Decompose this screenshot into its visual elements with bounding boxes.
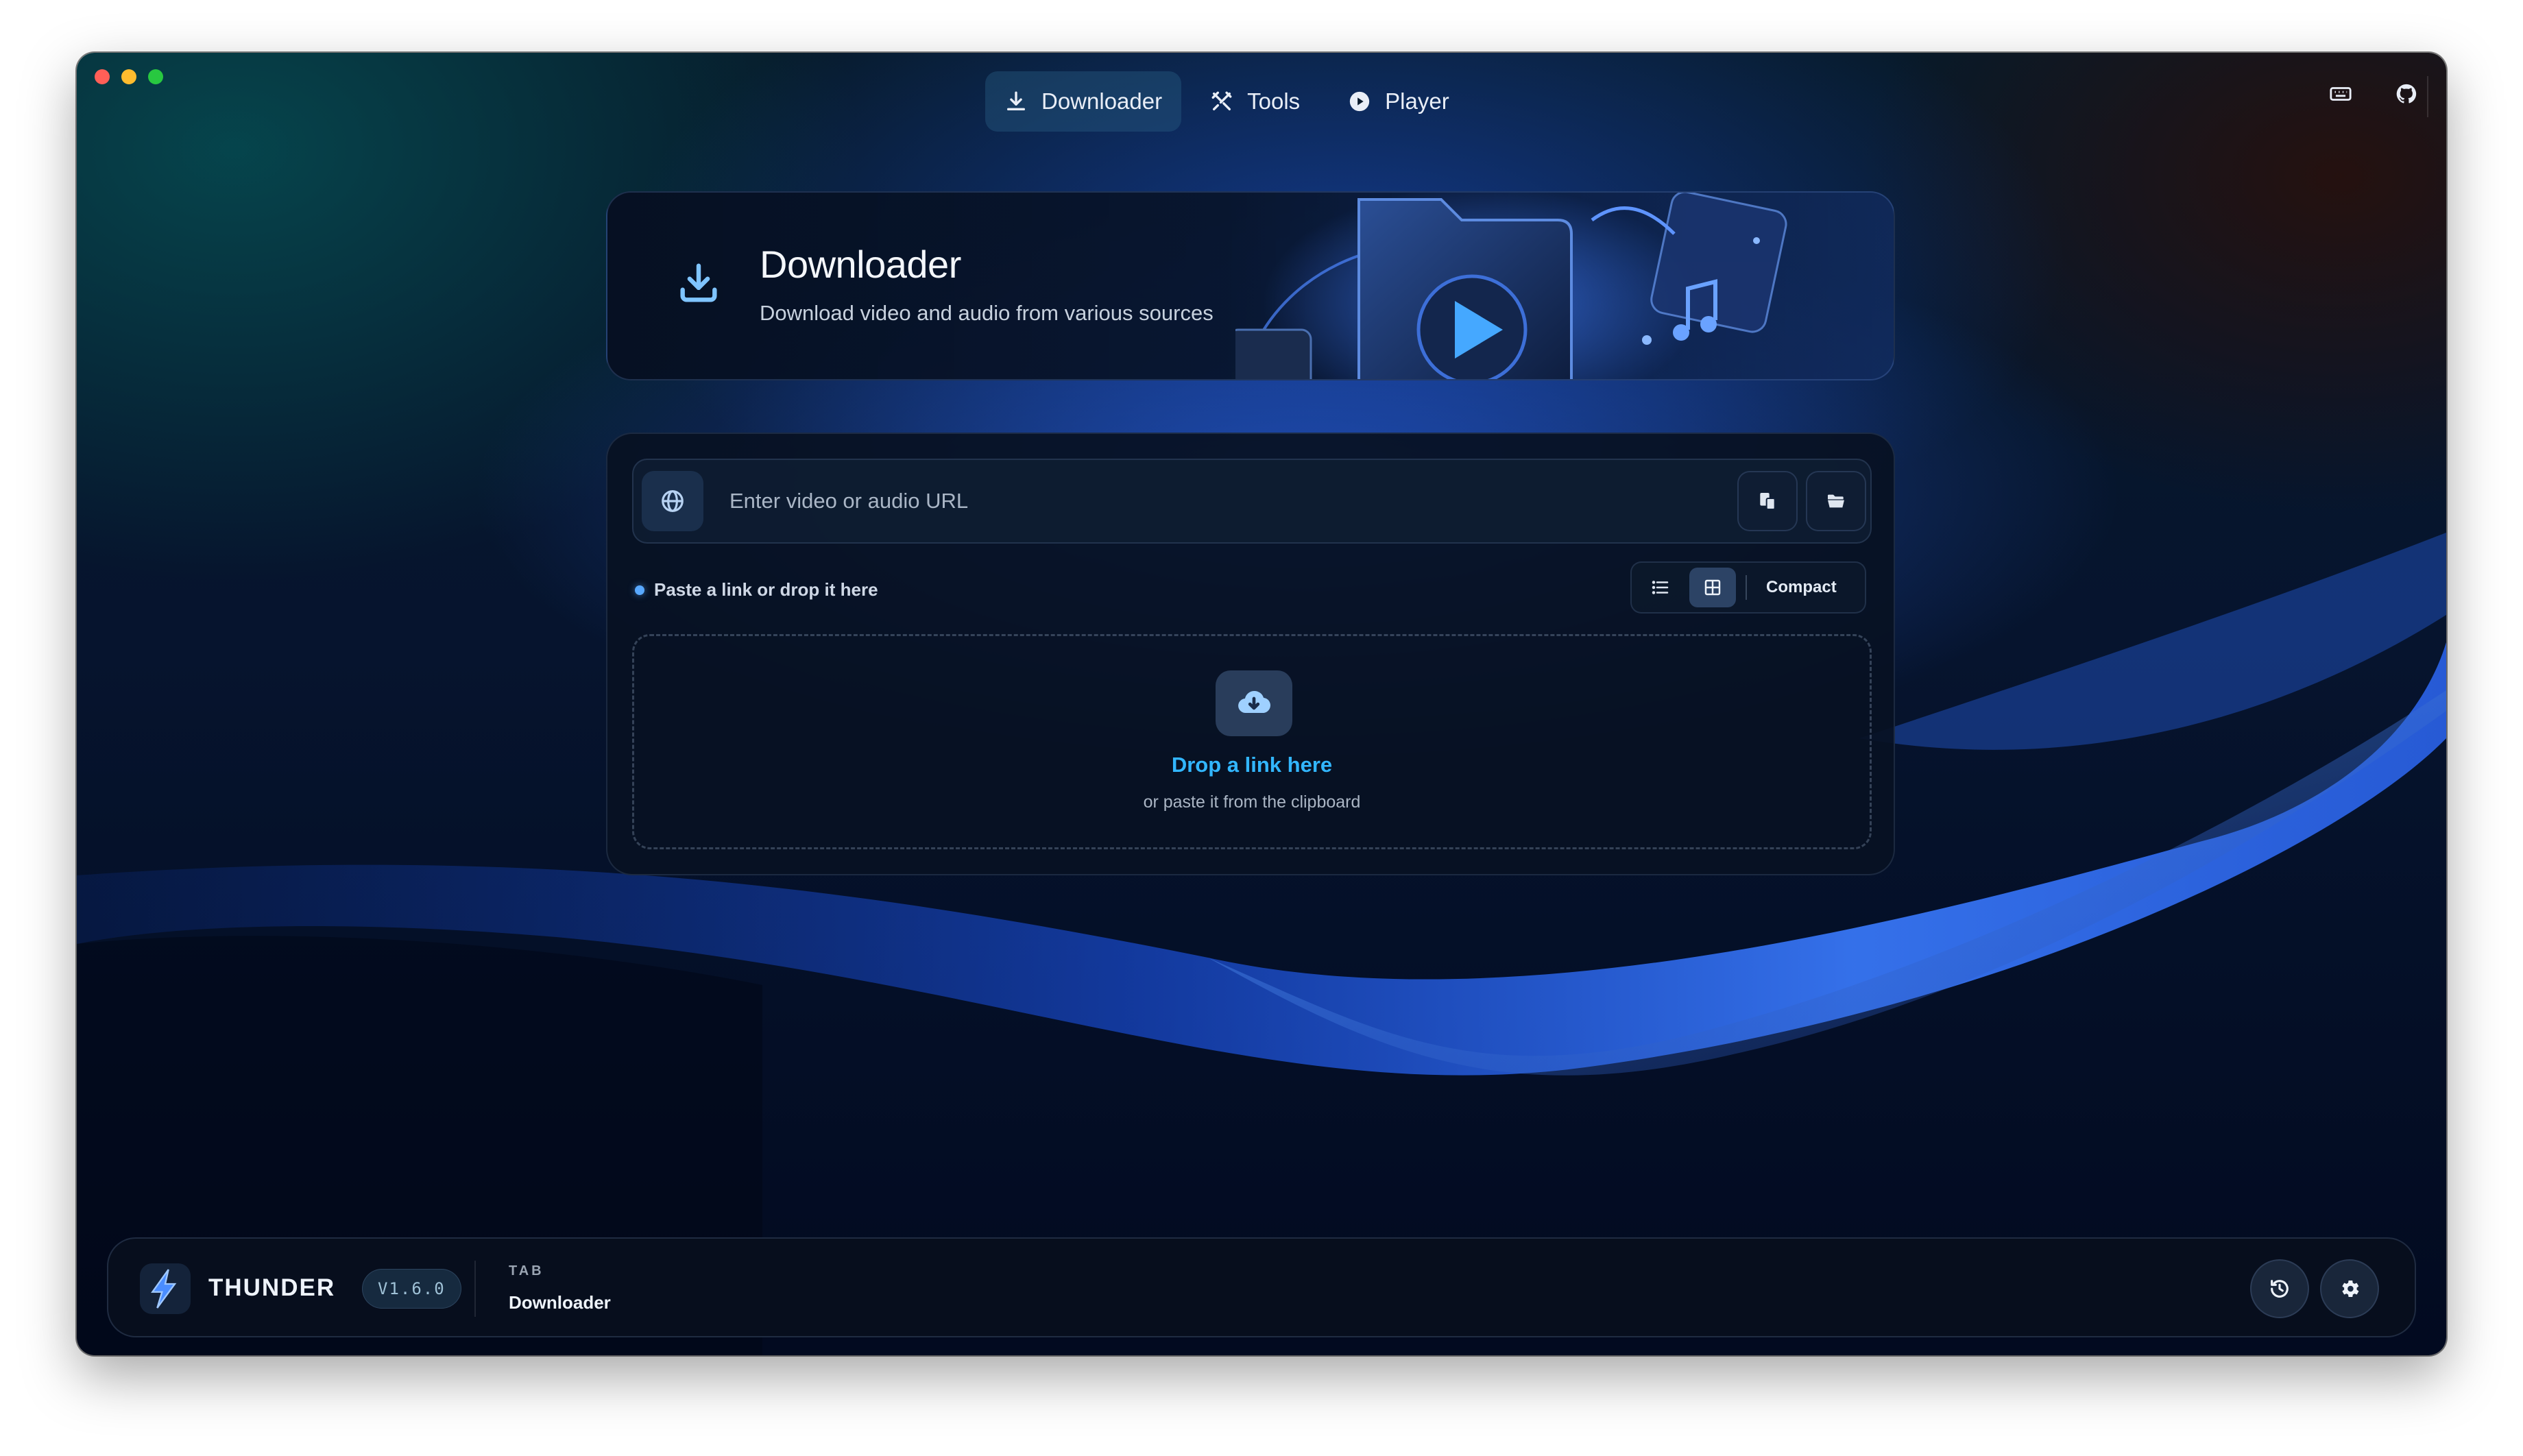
url-source-indicator [642, 471, 703, 531]
close-window-button[interactable] [95, 69, 110, 84]
history-button[interactable] [2250, 1259, 2309, 1318]
hero-banner: Downloader Download video and audio from… [606, 191, 1895, 380]
app-logo [140, 1263, 191, 1314]
view-toggle: Compact [1630, 561, 1866, 614]
keyboard-shortcuts-button[interactable] [2328, 82, 2353, 106]
compact-toggle[interactable]: Compact [1757, 578, 1837, 597]
page-subtitle: Download video and audio from various so… [760, 301, 1214, 325]
top-navigation: Downloader Tools Player [985, 71, 1469, 132]
page-title: Downloader [760, 243, 961, 286]
lightning-bolt-icon [151, 1269, 177, 1309]
open-file-button[interactable] [1806, 471, 1866, 531]
status-dot [635, 585, 644, 595]
tab-downloader[interactable]: Downloader [985, 71, 1182, 132]
url-bar [632, 459, 1872, 544]
play-circle-icon [1349, 91, 1370, 112]
tab-player[interactable]: Player [1329, 71, 1469, 132]
download-icon [680, 263, 717, 302]
window-controls [95, 69, 163, 84]
input-hint: Paste a link or drop it here [635, 579, 878, 600]
list-view-button[interactable] [1637, 568, 1684, 607]
grid-icon [1704, 579, 1721, 596]
globe-icon [662, 490, 684, 512]
tab-label: Tools [1247, 88, 1301, 114]
github-icon [2396, 84, 2417, 104]
url-input[interactable] [729, 479, 1689, 523]
tab-label: Downloader [1041, 88, 1163, 114]
settings-button[interactable] [2320, 1259, 2379, 1318]
drop-zone[interactable]: Drop a link here or paste it from the cl… [632, 634, 1872, 849]
drop-icon-badge [1216, 670, 1292, 736]
version-badge: V1.6.0 [362, 1269, 461, 1309]
drop-title: Drop a link here [1171, 753, 1333, 777]
current-tab-name: Downloader [509, 1292, 611, 1313]
keyboard-icon [2330, 87, 2352, 101]
current-tab-caption: TAB [509, 1263, 544, 1278]
media-illustration [1235, 193, 1787, 379]
drop-subtitle: or paste it from the clipboard [1143, 792, 1361, 812]
tab-label: Player [1385, 88, 1449, 114]
app-window: Downloader Tools Player Downloader Downl… [77, 53, 2446, 1355]
maximize-window-button[interactable] [148, 69, 163, 84]
grid-view-button[interactable] [1689, 568, 1736, 607]
hint-text: Paste a link or drop it here [654, 579, 878, 600]
minimize-window-button[interactable] [121, 69, 136, 84]
cloud-download-icon [1238, 690, 1270, 714]
github-button[interactable] [2394, 82, 2419, 106]
divider [2427, 76, 2428, 117]
folder-open-icon [1828, 494, 1844, 508]
status-bar: THUNDER V1.6.0 TAB Downloader [107, 1237, 2416, 1337]
app-name: THUNDER [208, 1274, 336, 1301]
clipboard-paste-icon [1760, 493, 1776, 510]
downloader-panel: Paste a link or drop it here Compact Dro… [606, 433, 1895, 875]
paste-button[interactable] [1737, 471, 1798, 531]
top-right-actions [2328, 76, 2428, 117]
list-icon [1652, 581, 1669, 594]
tab-tools[interactable]: Tools [1191, 71, 1319, 132]
download-icon [1006, 91, 1026, 111]
divider [1746, 575, 1747, 600]
divider [474, 1261, 476, 1317]
settings-gear-icon [2342, 1280, 2359, 1298]
history-icon [2271, 1280, 2289, 1298]
tools-icon [1211, 91, 1232, 111]
